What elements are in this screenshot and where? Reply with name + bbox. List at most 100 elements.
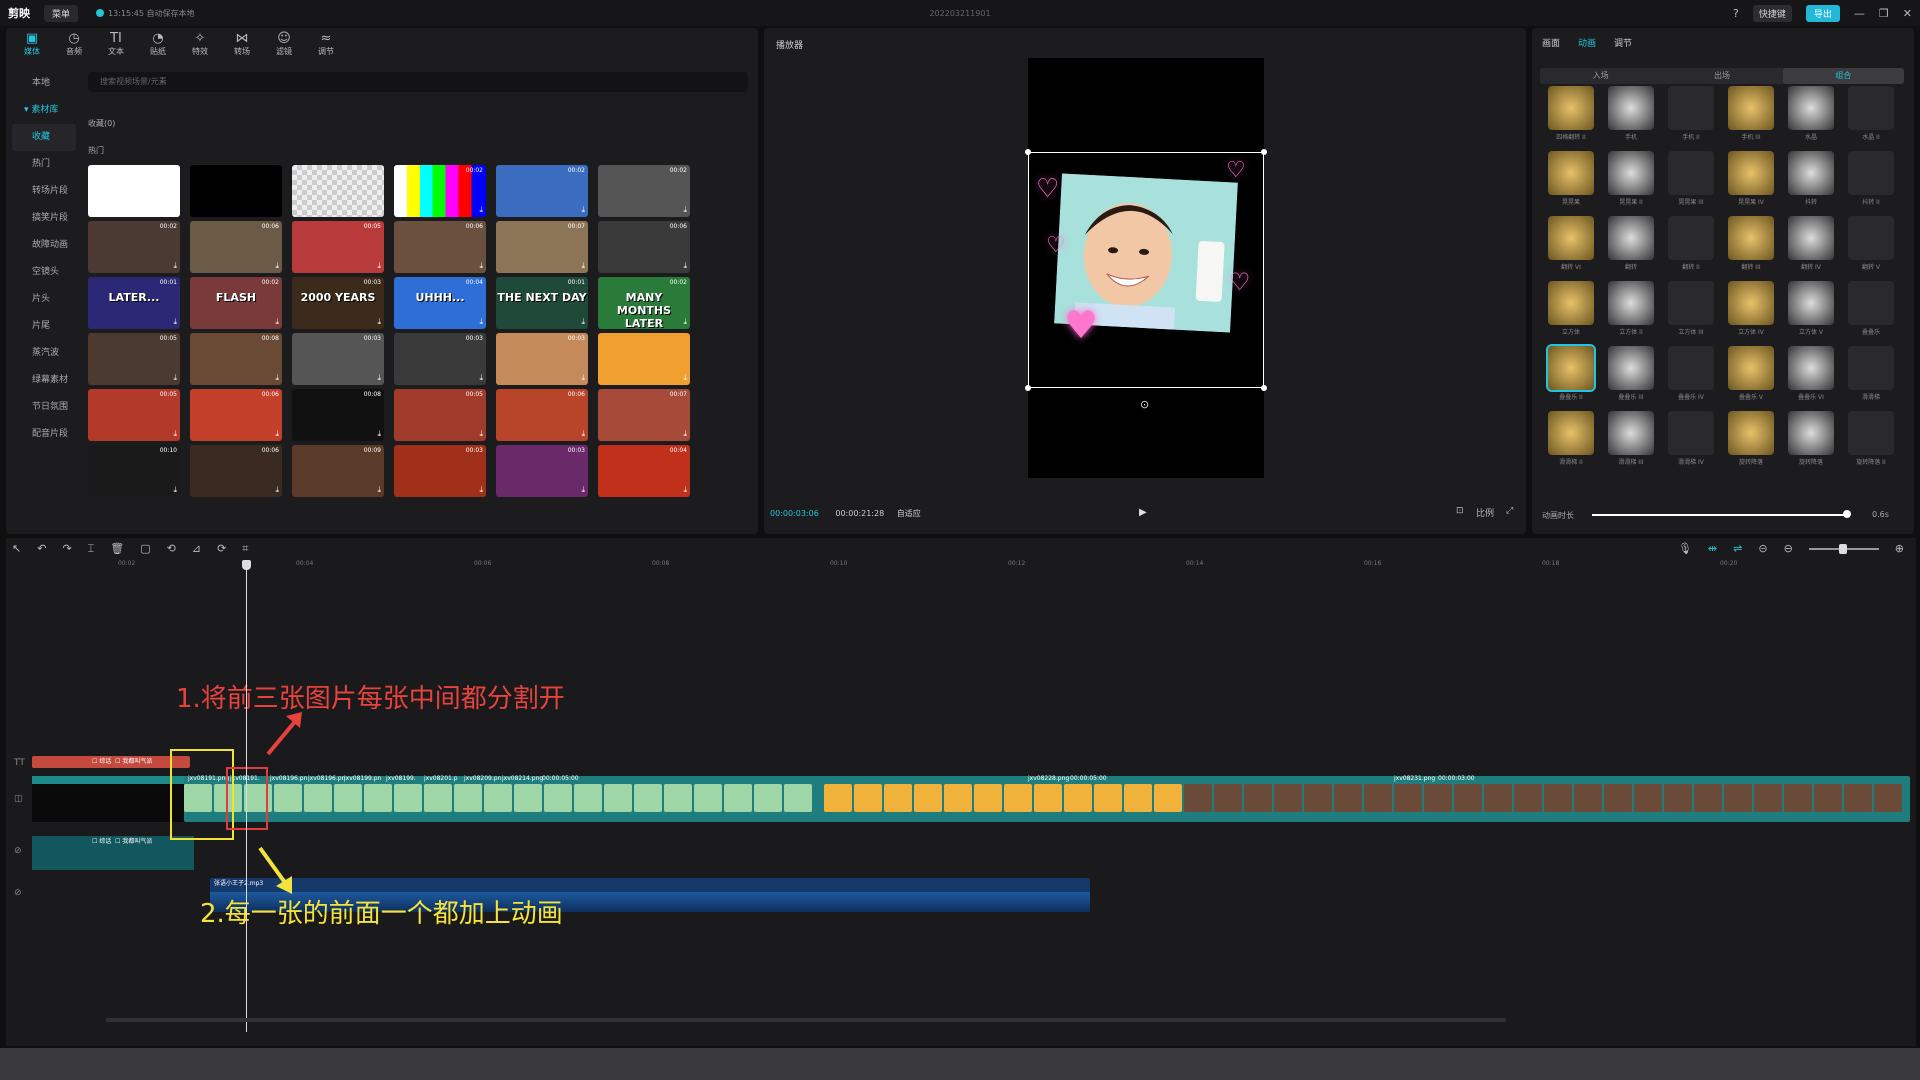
download-icon[interactable]: ⤓ [683, 261, 687, 271]
download-icon[interactable]: ⤓ [173, 373, 177, 383]
side-item[interactable]: 搞笑片段 [12, 205, 76, 232]
help-icon[interactable]: ? [1733, 7, 1739, 20]
animation-preset[interactable] [1668, 281, 1714, 325]
download-icon[interactable]: ⤓ [377, 261, 381, 271]
side-item[interactable]: 收藏 [12, 124, 76, 151]
media-thumbnail[interactable]: 00:02 ⤓ [598, 165, 690, 217]
animation-preset[interactable] [1788, 411, 1834, 455]
animation-preset[interactable] [1728, 151, 1774, 195]
animation-preset[interactable] [1788, 346, 1834, 390]
media-thumbnail[interactable] [292, 165, 384, 217]
animation-preset[interactable] [1788, 281, 1834, 325]
resize-handle[interactable] [1025, 385, 1031, 391]
download-icon[interactable]: ⤓ [275, 373, 279, 383]
download-icon[interactable]: ⤓ [479, 205, 483, 215]
animation-preset[interactable] [1668, 86, 1714, 130]
audio-clip-a[interactable]: ☐ 综话 ☐ 我都叫气派 [32, 836, 194, 870]
animation-subtab[interactable]: 出场 [1661, 68, 1782, 84]
crop-icon[interactable]: ⌗ [242, 542, 248, 556]
animation-preset[interactable] [1788, 86, 1834, 130]
mirror-icon[interactable]: ⊿ [192, 542, 201, 556]
zoom-in-icon[interactable]: ⊕ [1895, 542, 1904, 555]
animation-preset[interactable] [1548, 86, 1594, 130]
inspector-tab[interactable]: 动画 [1578, 36, 1596, 49]
side-item[interactable]: 转场片段 [12, 178, 76, 205]
media-thumbnail[interactable]: 00:02 MANY MONTHS LATER ⤓ [598, 277, 690, 329]
media-thumbnail[interactable]: 00:10 ⤓ [88, 445, 180, 497]
download-icon[interactable]: ⤓ [581, 485, 585, 495]
download-icon[interactable]: ⤓ [479, 485, 483, 495]
shortcut-button[interactable]: 快捷键 [1752, 4, 1792, 22]
media-thumbnail[interactable] [88, 165, 180, 217]
media-thumbnail[interactable]: 00:05 ⤓ [292, 221, 384, 273]
side-item-library[interactable]: ▾ 素材库 [12, 97, 76, 124]
zoom-slider[interactable] [1808, 543, 1879, 554]
download-icon[interactable]: ⤓ [173, 261, 177, 271]
media-thumbnail[interactable]: 00:02 FLASH ⤓ [190, 277, 282, 329]
animation-preset[interactable] [1608, 281, 1654, 325]
aspect-ratio-button[interactable]: 比例 [1476, 506, 1494, 519]
minimize-icon[interactable]: — [1854, 7, 1865, 20]
side-item[interactable]: 空镜头 [12, 259, 76, 286]
redo-icon[interactable]: ↷ [62, 542, 71, 556]
media-thumbnail[interactable]: ⤓ [598, 333, 690, 385]
download-icon[interactable]: ⤓ [479, 261, 483, 271]
media-thumbnail[interactable]: 00:03 ⤓ [496, 333, 588, 385]
animation-preset[interactable] [1548, 281, 1594, 325]
download-icon[interactable]: ⤓ [275, 429, 279, 439]
select-tool-icon[interactable]: ↖ [12, 542, 21, 556]
animation-preset[interactable] [1546, 344, 1596, 392]
download-icon[interactable]: ⤓ [275, 485, 279, 495]
media-thumbnail[interactable]: 00:05 ⤓ [88, 333, 180, 385]
delete-icon[interactable]: 🗑 [110, 542, 124, 556]
download-icon[interactable]: ⤓ [581, 373, 585, 383]
media-thumbnail[interactable]: 00:05 ⤓ [394, 389, 486, 441]
animation-subtab[interactable]: 入场 [1540, 68, 1661, 84]
download-icon[interactable]: ⤓ [275, 261, 279, 271]
media-thumbnail[interactable]: 00:08 ⤓ [190, 333, 282, 385]
zoom-out-icon[interactable]: ⊖ [1784, 542, 1793, 555]
download-icon[interactable]: ⤓ [377, 373, 381, 383]
animation-preset[interactable] [1548, 411, 1594, 455]
media-thumbnail[interactable]: 00:02 ⤓ [496, 165, 588, 217]
main-video-track[interactable]: jxv08191.png jxv08191. jxv08196.pn jxv08196… [184, 775, 1910, 822]
animation-preset[interactable] [1608, 411, 1654, 455]
animation-preset[interactable] [1668, 346, 1714, 390]
duration-slider-knob[interactable] [1842, 510, 1851, 518]
tab-6[interactable]: ☺ 滤镜 [266, 28, 302, 60]
fullscreen-icon[interactable]: ⤢ [1506, 506, 1513, 516]
menu-button[interactable]: 菜单 [44, 4, 79, 22]
animation-preset[interactable] [1728, 411, 1774, 455]
search-input[interactable]: 搜索视频场景/元素 [88, 72, 748, 92]
tab-4[interactable]: ✧ 特效 [182, 28, 218, 60]
duration-slider[interactable] [1592, 514, 1847, 516]
maximize-icon[interactable]: ❐ [1879, 7, 1889, 20]
resize-handle[interactable] [1261, 149, 1267, 155]
animation-preset[interactable] [1668, 411, 1714, 455]
timeline-scrollbar[interactable] [106, 1018, 1506, 1022]
animation-preset[interactable] [1728, 346, 1774, 390]
media-thumbnail[interactable]: 00:07 ⤓ [496, 221, 588, 273]
animation-preset[interactable] [1608, 346, 1654, 390]
download-icon[interactable]: ⤓ [683, 485, 687, 495]
download-icon[interactable]: ⤓ [479, 429, 483, 439]
link-icon[interactable]: ⇌ [1733, 542, 1742, 555]
animation-preset[interactable] [1728, 216, 1774, 260]
tab-7[interactable]: ≈ 调节 [308, 28, 344, 60]
animation-preset[interactable] [1848, 216, 1894, 260]
download-icon[interactable]: ⤓ [377, 485, 381, 495]
snap-icon[interactable]: ⇹ [1708, 542, 1717, 555]
media-thumbnail[interactable]: 00:06 ⤓ [190, 445, 282, 497]
media-thumbnail[interactable]: 00:09 ⤓ [292, 445, 384, 497]
media-thumbnail[interactable]: 00:06 ⤓ [598, 221, 690, 273]
media-thumbnail[interactable] [190, 165, 282, 217]
resize-handle[interactable] [1261, 385, 1267, 391]
media-thumbnail[interactable]: 00:06 ⤓ [190, 221, 282, 273]
animation-subtab[interactable]: 组合 [1782, 68, 1904, 84]
undo-icon[interactable]: ↶ [37, 542, 46, 556]
close-icon[interactable]: ✕ [1903, 7, 1912, 20]
animation-preset[interactable] [1668, 151, 1714, 195]
tab-1[interactable]: ◷ 音频 [56, 28, 92, 60]
animation-preset[interactable] [1848, 151, 1894, 195]
tab-2[interactable]: TI 文本 [98, 28, 134, 60]
